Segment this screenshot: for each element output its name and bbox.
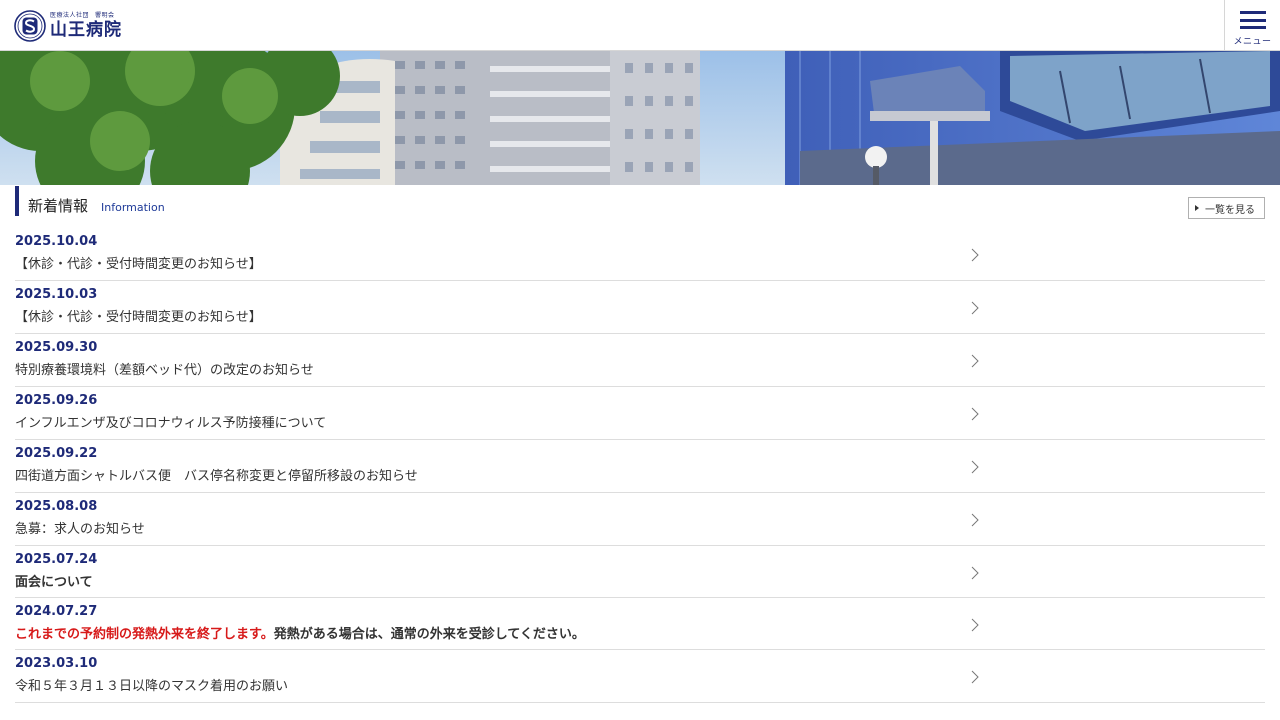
corporation-name: 医療法人社団 響明会 (50, 12, 115, 19)
view-all-button[interactable]: 一覧を見る (1188, 197, 1265, 219)
hospital-logo[interactable]: 医療法人社団 響明会 山王病院 (14, 8, 122, 44)
section-title: 新着情報 (28, 197, 89, 215)
news-date: 2025.10.03 (15, 287, 98, 302)
news-date: 2023.03.10 (15, 656, 98, 671)
chevron-right-icon (971, 407, 979, 421)
news-title: 急募：求人のお知らせ (15, 522, 145, 537)
news-item[interactable]: 2025.10.03 【休診・代診・受付時間変更のお知らせ】 (15, 281, 1265, 334)
chevron-right-icon (971, 301, 979, 315)
news-title: 【休診・代診・受付時間変更のお知らせ】 (15, 310, 262, 325)
hamburger-icon (1239, 11, 1266, 29)
news-list: 2025.10.04 【休診・代診・受付時間変更のお知らせ】 2025.10.0… (15, 228, 1265, 703)
chevron-right-icon (971, 248, 979, 262)
news-item[interactable]: 2025.10.04 【休診・代診・受付時間変更のお知らせ】 (15, 228, 1265, 281)
hospital-emblem-icon (14, 10, 46, 42)
news-title: インフルエンザ及びコロナウィルス予防接種について (15, 416, 327, 431)
hospital-name: 山王病院 (50, 20, 122, 40)
chevron-right-icon (971, 566, 979, 580)
news-title: 特別療養環境料（差額ベッド代）の改定のお知らせ (15, 363, 314, 378)
news-date: 2025.07.24 (15, 552, 98, 567)
news-item[interactable]: 2025.09.22 四街道方面シャトルバス便 バス停名称変更と停留所移設のお知… (15, 440, 1265, 493)
section-accent-bar (15, 186, 19, 216)
chevron-right-icon (971, 460, 979, 474)
news-title: 【休診・代診・受付時間変更のお知らせ】 (15, 257, 262, 272)
news-item[interactable]: 2025.09.26 インフルエンザ及びコロナウィルス予防接種について (15, 387, 1265, 440)
news-date: 2025.08.08 (15, 499, 98, 514)
news-item[interactable]: 2025.07.24 面会について (15, 546, 1265, 598)
news-title-rest: 発熱がある場合は、通常の外来を受診してください。 (273, 627, 585, 642)
view-all-label: 一覧を見る (1205, 204, 1255, 216)
news-title-alert: これまでの予約制の発熱外来を終了します。 (15, 627, 274, 642)
news-item[interactable]: 2025.08.08 急募：求人のお知らせ (15, 493, 1265, 546)
menu-button[interactable]: メニュー (1224, 0, 1280, 50)
news-date: 2025.09.22 (15, 446, 98, 461)
site-header: 医療法人社団 響明会 山王病院 メニュー (0, 0, 1280, 51)
chevron-right-icon (971, 354, 979, 368)
news-section-header: 新着情報 Information 一覧を見る (15, 185, 1265, 219)
news-title: 令和５年３月１３日以降のマスク着用のお願い (15, 679, 289, 694)
news-date: 2024.07.27 (15, 604, 98, 619)
news-item[interactable]: 2023.03.10 令和５年３月１３日以降のマスク着用のお願い (15, 650, 1265, 703)
news-date: 2025.09.30 (15, 340, 98, 355)
hero-hospital-photo (0, 51, 1280, 185)
news-date: 2025.09.26 (15, 393, 98, 408)
chevron-right-icon (971, 513, 979, 527)
logo-text: 医療法人社団 響明会 山王病院 (50, 13, 122, 39)
news-item[interactable]: 2025.09.30 特別療養環境料（差額ベッド代）の改定のお知らせ (15, 334, 1265, 387)
triangle-right-icon (1195, 205, 1199, 211)
news-title: 面会について (15, 575, 93, 590)
section-subtitle: Information (101, 201, 165, 214)
news-item[interactable]: 2024.07.27 これまでの予約制の発熱外来を終了します。発熱がある場合は、… (15, 598, 1265, 650)
news-date: 2025.10.04 (15, 234, 98, 249)
news-title: 四街道方面シャトルバス便 バス停名称変更と停留所移設のお知らせ (15, 469, 418, 484)
menu-label: メニュー (1233, 37, 1272, 47)
chevron-right-icon (971, 618, 979, 632)
hospital-building-photo (0, 51, 1280, 185)
chevron-right-icon (971, 670, 979, 684)
news-title: これまでの予約制の発熱外来を終了します。発熱がある場合は、通常の外来を受診してく… (15, 628, 585, 641)
